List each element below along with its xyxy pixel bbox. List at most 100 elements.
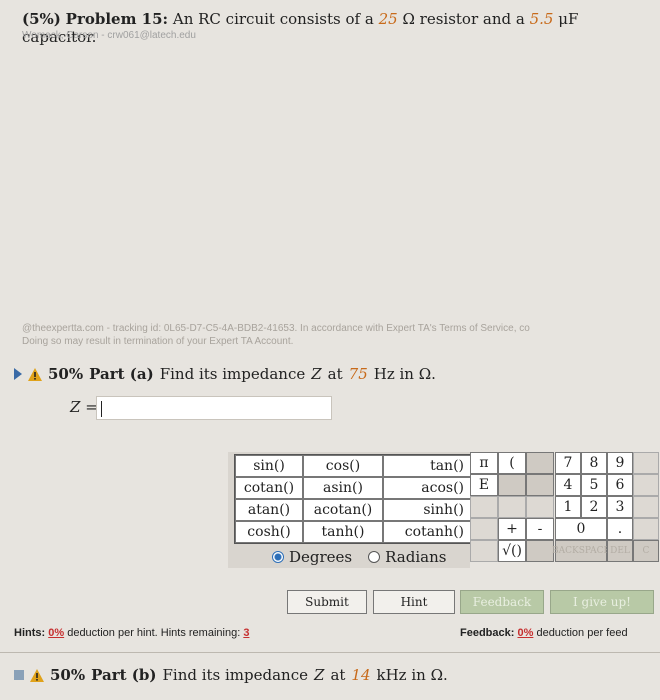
problem-text-middle: resistor and a [419, 10, 525, 28]
feedback-deduction: 0% [517, 627, 534, 639]
symbol-key-dim-3[interactable] [526, 540, 554, 562]
submit-button[interactable]: Submit [287, 590, 367, 614]
part-a-freq: 75 [348, 365, 368, 383]
part-b-header[interactable]: 50% Part (b) Find its impedance Z at 14 … [14, 666, 448, 684]
resistance-value: 25 [378, 10, 398, 28]
sqrt-key[interactable]: √() [498, 540, 526, 562]
keypad-spacer-4 [633, 518, 659, 540]
part-a-var: Z [311, 365, 322, 383]
part-b-freq: 14 [351, 666, 371, 684]
part-b-at: at [330, 666, 346, 684]
fn-acos[interactable]: acos() [383, 477, 473, 499]
give-up-button[interactable]: I give up! [550, 590, 654, 614]
function-panel: sin() cos() tan() cotan() asin() acos() … [228, 452, 474, 568]
keypad-spacer-1 [633, 452, 659, 474]
author-line: Womack, Carson - crw061@latech.edu [22, 30, 196, 41]
degrees-label: Degrees [289, 548, 353, 566]
hints-deduction-text: deduction per hint. Hints remaining: [67, 627, 241, 639]
play-arrow-icon[interactable] [14, 368, 22, 380]
number-keypad: 7 8 9 4 5 6 1 2 3 0 . BACKSPACE DEL C [552, 452, 659, 562]
symbol-key-empty-3 [526, 496, 554, 518]
part-b-label: Part (b) [91, 666, 157, 684]
part-a-unit: Hz in Ω. [373, 365, 436, 383]
text-caret [101, 401, 102, 417]
key-2[interactable]: 2 [581, 496, 607, 518]
key-6[interactable]: 6 [607, 474, 633, 496]
answer-label: Z = [70, 398, 98, 416]
hints-label: Hints: [14, 627, 46, 639]
part-a-label: Part (a) [89, 365, 154, 383]
hints-remaining: 3 [243, 627, 250, 639]
problem-label: Problem 15: [65, 10, 169, 28]
watermark-line-2: Doing so may result in termination of yo… [22, 336, 294, 347]
symbol-key-dim-2[interactable] [526, 474, 554, 496]
key-7[interactable]: 7 [555, 452, 581, 474]
capacitance-unit: μF [558, 10, 579, 28]
del-key[interactable]: DEL [607, 540, 633, 562]
keypad-spacer-3 [633, 496, 659, 518]
fn-cotan[interactable]: cotan() [235, 477, 303, 499]
radians-radio[interactable] [368, 551, 381, 563]
fn-cos[interactable]: cos() [303, 455, 383, 477]
fn-acotan[interactable]: acotan() [303, 499, 383, 521]
collapsed-square-icon[interactable] [14, 670, 24, 680]
hints-line: Hints: 0% deduction per hint. Hints rema… [14, 627, 249, 639]
part-b-text: Find its impedance [162, 666, 308, 684]
symbol-key-empty-4 [470, 518, 498, 540]
fn-tan[interactable]: tan() [383, 455, 473, 477]
radians-label: Radians [385, 548, 447, 566]
fn-cosh[interactable]: cosh() [235, 521, 303, 543]
hints-deduction: 0% [48, 627, 65, 639]
symbol-grid: π ( E + - √() [470, 452, 554, 562]
fn-sinh[interactable]: sinh() [383, 499, 473, 521]
watermark: @theexpertta.com - tracking id: 0L65-D7-… [22, 322, 660, 348]
fn-tanh[interactable]: tanh() [303, 521, 383, 543]
part-b-unit: kHz in Ω. [376, 666, 448, 684]
hint-button[interactable]: Hint [373, 590, 455, 614]
key-3[interactable]: 3 [607, 496, 633, 518]
key-4[interactable]: 4 [555, 474, 581, 496]
symbol-key-empty-5 [470, 540, 498, 562]
watermark-line-1: @theexpertta.com - tracking id: 0L65-D7-… [22, 323, 530, 334]
minus-key[interactable]: - [526, 518, 554, 540]
degrees-radio[interactable] [272, 551, 284, 563]
key-8[interactable]: 8 [581, 452, 607, 474]
open-paren-key[interactable]: ( [498, 452, 526, 474]
close-paren-key[interactable] [526, 452, 554, 474]
fn-sin[interactable]: sin() [235, 455, 303, 477]
key-1[interactable]: 1 [555, 496, 581, 518]
plus-key[interactable]: + [498, 518, 526, 540]
key-5[interactable]: 5 [581, 474, 607, 496]
fn-asin[interactable]: asin() [303, 477, 383, 499]
key-9[interactable]: 9 [607, 452, 633, 474]
feedback-label: Feedback: [460, 627, 515, 639]
clear-key[interactable]: C [633, 540, 659, 562]
symbol-key-empty-2 [498, 496, 526, 518]
warning-icon [30, 668, 44, 682]
part-a-text: Find its impedance [159, 365, 306, 383]
backspace-key[interactable]: BACKSPACE [552, 540, 610, 562]
symbol-key-empty-1 [470, 496, 498, 518]
e-key[interactable]: E [470, 474, 498, 496]
feedback-deduction-text: deduction per feed [536, 627, 628, 639]
pi-key[interactable]: π [470, 452, 498, 474]
feedback-line: Feedback: 0% deduction per feed [460, 627, 628, 639]
key-decimal[interactable]: . [607, 518, 633, 540]
resistance-unit: Ω [402, 10, 415, 28]
answer-input[interactable] [96, 396, 332, 420]
fn-cotanh[interactable]: cotanh() [383, 521, 473, 543]
part-a-at: at [327, 365, 343, 383]
part-a-header[interactable]: 50% Part (a) Find its impedance Z at 75 … [14, 365, 436, 383]
keypad-spacer-2 [633, 474, 659, 496]
key-0[interactable]: 0 [555, 518, 607, 540]
problem-weight: (5%) [22, 10, 61, 28]
part-a-percent: 50% [48, 365, 84, 383]
warning-icon [28, 367, 42, 381]
problem-text-before: An RC circuit consists of a [172, 10, 374, 28]
symbol-key-dim-1[interactable] [498, 474, 526, 496]
part-b-percent: 50% [50, 666, 86, 684]
feedback-button[interactable]: Feedback [460, 590, 544, 614]
angle-mode-group: Degrees Radians [272, 548, 446, 566]
fn-atan[interactable]: atan() [235, 499, 303, 521]
capacitance-value: 5.5 [529, 10, 554, 28]
